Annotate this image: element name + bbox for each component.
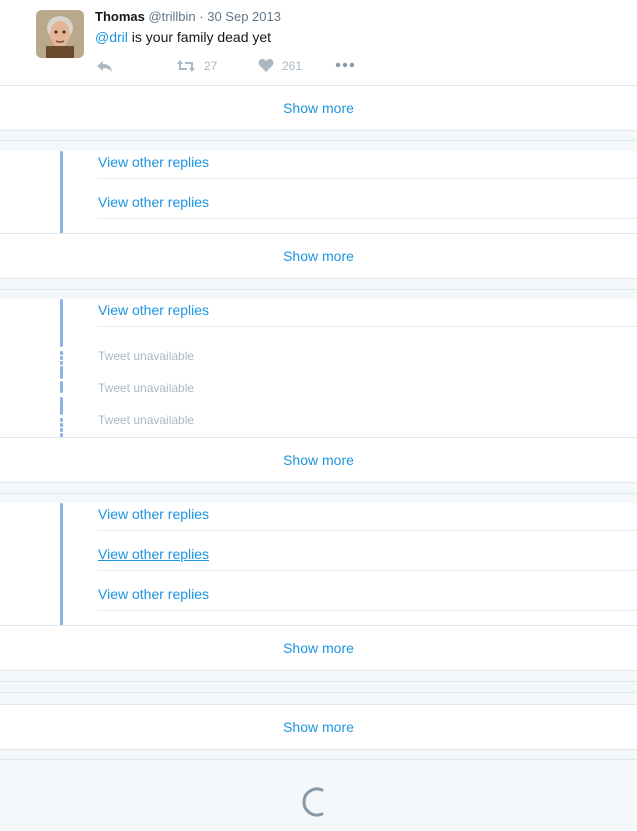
divider xyxy=(0,749,637,750)
show-more-link[interactable]: Show more xyxy=(0,452,637,468)
reply-icon xyxy=(96,58,114,74)
thread-line xyxy=(60,151,63,242)
show-more-link[interactable]: Show more xyxy=(0,719,637,735)
tweet-unavailable-text: Tweet unavailable xyxy=(98,413,195,427)
divider xyxy=(0,482,637,483)
author-handle[interactable]: @trillbin xyxy=(148,9,195,24)
more-icon xyxy=(335,62,355,68)
like-count: 261 xyxy=(282,58,303,73)
view-other-replies-link[interactable]: View other replies xyxy=(98,302,209,318)
loading-spinner-icon xyxy=(300,786,332,818)
show-more-row: Show more xyxy=(0,705,637,749)
divider xyxy=(0,289,637,290)
divider xyxy=(0,130,637,131)
view-other-replies-link[interactable]: View other replies xyxy=(98,506,209,522)
show-more-row: Show more xyxy=(0,626,637,670)
reply-divider xyxy=(97,326,637,327)
show-more-row: Show more xyxy=(0,234,637,278)
thread-line xyxy=(60,299,63,347)
tweet-unavailable-text: Tweet unavailable xyxy=(98,349,195,363)
thread-line xyxy=(60,397,63,415)
thread-dot xyxy=(60,418,63,422)
retweet-icon xyxy=(176,58,196,74)
thread-dot xyxy=(60,428,63,432)
divider xyxy=(0,670,637,671)
avatar[interactable] xyxy=(36,10,84,58)
reply-button[interactable] xyxy=(96,58,114,74)
divider xyxy=(0,692,637,693)
show-more-link[interactable]: Show more xyxy=(0,100,637,116)
thread-dot xyxy=(60,361,63,365)
retweet-button[interactable]: 27 xyxy=(176,58,217,74)
like-button[interactable]: 261 xyxy=(258,58,302,73)
show-more-row: Show more xyxy=(0,86,637,130)
tweet-header: Thomas @trillbin · 30 Sep 2013 xyxy=(95,9,281,24)
tweet-unavailable-text: Tweet unavailable xyxy=(98,381,195,395)
tweet-body: is your family dead yet xyxy=(127,29,272,45)
divider xyxy=(0,140,637,141)
tweet-date[interactable]: 30 Sep 2013 xyxy=(207,9,281,24)
thread-line xyxy=(60,366,63,379)
more-button[interactable] xyxy=(335,62,355,68)
tweet: Thomas @trillbin · 30 Sep 2013 @dril is … xyxy=(0,0,637,85)
show-more-link[interactable]: Show more xyxy=(0,640,637,656)
divider xyxy=(0,681,637,682)
conversation-thread: View other replies Tweet unavailable Twe… xyxy=(0,299,637,437)
view-other-replies-link[interactable]: View other replies xyxy=(98,194,209,210)
view-other-replies-link[interactable]: View other replies xyxy=(98,586,209,602)
author-name[interactable]: Thomas xyxy=(95,9,145,24)
thread-dot xyxy=(60,351,63,355)
thread-line xyxy=(60,503,63,634)
show-more-link[interactable]: Show more xyxy=(0,248,637,264)
reply-divider xyxy=(97,610,637,611)
thread-dot xyxy=(60,423,63,427)
show-more-row: Show more xyxy=(0,438,637,482)
retweet-count: 27 xyxy=(204,59,218,73)
thread-line xyxy=(60,381,63,393)
thread-dot xyxy=(60,356,63,360)
divider xyxy=(0,278,637,279)
conversation-thread: View other replies View other replies xyxy=(0,151,637,242)
header-separator: · xyxy=(199,9,204,24)
divider xyxy=(0,759,637,760)
view-other-replies-link[interactable]: View other replies xyxy=(98,546,209,562)
heart-icon xyxy=(258,58,274,73)
divider xyxy=(0,493,637,494)
reply-divider xyxy=(97,178,637,179)
reply-divider xyxy=(97,570,637,571)
conversation-thread: View other replies View other replies Vi… xyxy=(0,503,637,634)
tweet-text: @dril is your family dead yet xyxy=(95,29,271,45)
mention-link[interactable]: @dril xyxy=(95,29,128,45)
reply-divider xyxy=(97,218,637,219)
view-other-replies-link[interactable]: View other replies xyxy=(98,154,209,170)
reply-divider xyxy=(97,530,637,531)
